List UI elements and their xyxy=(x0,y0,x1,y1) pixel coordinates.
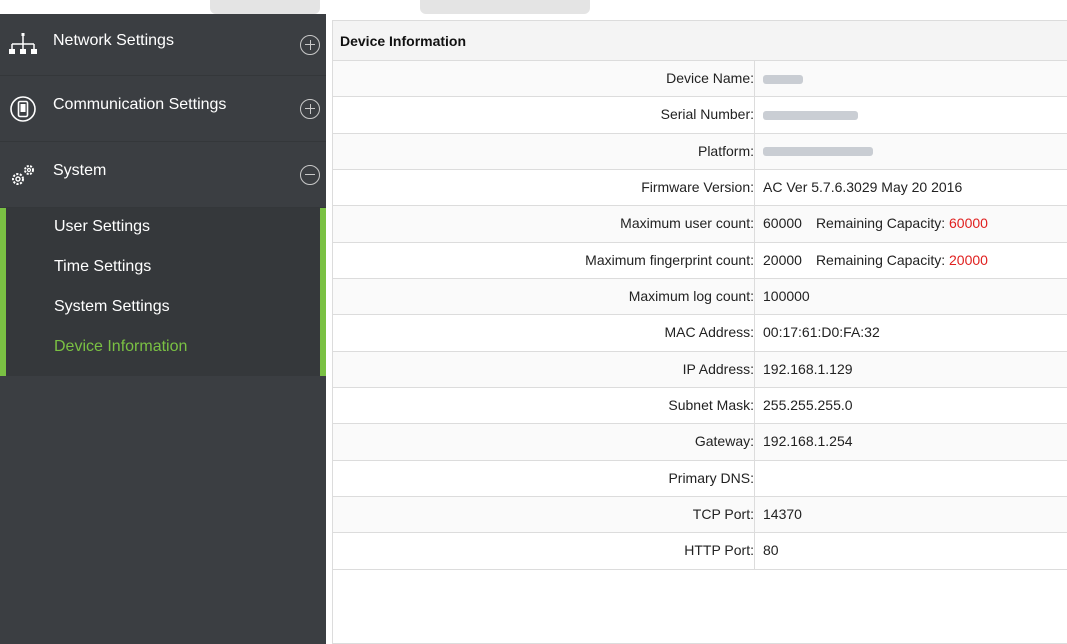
minus-circle-icon[interactable] xyxy=(300,164,320,185)
table-row: MAC Address: 00:17:61:D0:FA:32 xyxy=(333,315,1067,352)
remaining-capacity-label: Remaining Capacity: xyxy=(815,215,946,232)
table-row: Serial Number: xyxy=(333,97,1067,134)
table-row: TCP Port: 14370 xyxy=(333,497,1067,534)
sidebar-item-time-settings[interactable]: Time Settings xyxy=(54,258,151,276)
blurred-header-element xyxy=(420,0,590,14)
device-name-value xyxy=(754,61,803,97)
serial-number-value xyxy=(754,97,858,133)
remaining-capacity-value: 20000 xyxy=(949,251,988,268)
field-label: Maximum log count: xyxy=(628,288,754,305)
table-row: Firmware Version: AC Ver 5.7.6.3029 May … xyxy=(333,170,1067,207)
sidebar-group-communication-settings[interactable]: Communication Settings xyxy=(0,76,326,142)
max-log-count-value: 100000 xyxy=(754,279,810,315)
field-label: IP Address: xyxy=(682,360,754,377)
table-row: Gateway: 192.168.1.254 xyxy=(333,424,1067,461)
field-label: Firmware Version: xyxy=(641,179,754,196)
fingerprint-count: 20000 xyxy=(763,251,802,268)
sidebar-group-label: System xyxy=(53,162,107,179)
sidebar-group-label: Communication Settings xyxy=(53,96,227,113)
sidebar-group-label: Network Settings xyxy=(53,32,174,49)
table-row: HTTP Port: 80 xyxy=(333,533,1067,570)
field-label: Platform: xyxy=(697,142,754,159)
table-row: Maximum user count: 60000 Remaining Capac… xyxy=(333,206,1067,243)
panel-title: Device Information xyxy=(333,21,1067,61)
remaining-capacity-value: 60000 xyxy=(949,215,988,232)
blurred-value xyxy=(763,111,858,121)
table-row: Primary DNS: xyxy=(333,460,1067,498)
max-user-count-value: 60000 Remaining Capacity: 60000 xyxy=(754,206,988,242)
info-table: Device Name: Serial Number: Platform: Fi… xyxy=(333,61,1067,570)
gateway-value: 192.168.1.254 xyxy=(754,424,853,460)
table-row: Platform: xyxy=(333,133,1067,171)
field-label: HTTP Port: xyxy=(684,542,754,559)
gears-icon xyxy=(12,164,34,185)
field-label: Gateway: xyxy=(694,433,754,450)
network-icon xyxy=(9,32,37,54)
device-information-panel: Device Information Device Name: Serial N… xyxy=(332,20,1067,644)
table-row: Maximum log count: 100000 xyxy=(333,279,1067,316)
field-label: Maximum user count: xyxy=(620,215,754,232)
sidebar-group-system[interactable]: System xyxy=(0,142,326,208)
table-row: Subnet Mask: 255.255.255.0 xyxy=(333,388,1067,425)
plus-circle-icon[interactable] xyxy=(300,34,320,55)
http-port-value: 80 xyxy=(754,533,779,569)
sidebar-item-device-information[interactable]: Device Information xyxy=(54,338,187,356)
field-label: Maximum fingerprint count: xyxy=(585,251,754,268)
blurred-value xyxy=(763,147,873,157)
field-label: Serial Number: xyxy=(660,106,754,123)
communication-icon xyxy=(10,95,36,122)
sidebar: Network Settings Communication Settings … xyxy=(0,14,326,644)
field-label: Subnet Mask: xyxy=(668,397,754,414)
user-count: 60000 xyxy=(763,215,802,232)
subnet-mask-value: 255.255.255.0 xyxy=(754,388,853,424)
sidebar-item-system-settings[interactable]: System Settings xyxy=(54,298,170,316)
table-row: IP Address: 192.168.1.129 xyxy=(333,351,1067,389)
tcp-port-value: 14370 xyxy=(754,497,802,533)
table-row: Maximum fingerprint count: 20000 Remainin… xyxy=(333,242,1067,280)
ip-address-value: 192.168.1.129 xyxy=(754,351,853,388)
field-label: Device Name: xyxy=(666,70,754,86)
sidebar-group-network-settings[interactable]: Network Settings xyxy=(0,14,326,76)
field-label: Primary DNS: xyxy=(668,469,754,486)
blurred-header-element xyxy=(210,0,320,14)
max-fingerprint-count-value: 20000 Remaining Capacity: 20000 xyxy=(754,242,988,279)
mac-address-value: 00:17:61:D0:FA:32 xyxy=(754,315,880,351)
primary-dns-value xyxy=(754,460,763,497)
platform-value xyxy=(754,133,873,170)
firmware-version-value: AC Ver 5.7.6.3029 May 20 2016 xyxy=(754,170,962,206)
remaining-capacity-label: Remaining Capacity: xyxy=(815,251,946,268)
field-label: TCP Port: xyxy=(692,506,754,523)
plus-circle-icon[interactable] xyxy=(300,98,320,119)
sidebar-item-user-settings[interactable]: User Settings xyxy=(54,218,150,236)
top-strip xyxy=(0,0,1067,14)
blurred-value xyxy=(763,74,803,84)
system-submenu: User Settings Time Settings System Setti… xyxy=(0,208,326,376)
table-row: Device Name: xyxy=(333,61,1067,98)
field-label: MAC Address: xyxy=(664,324,754,341)
